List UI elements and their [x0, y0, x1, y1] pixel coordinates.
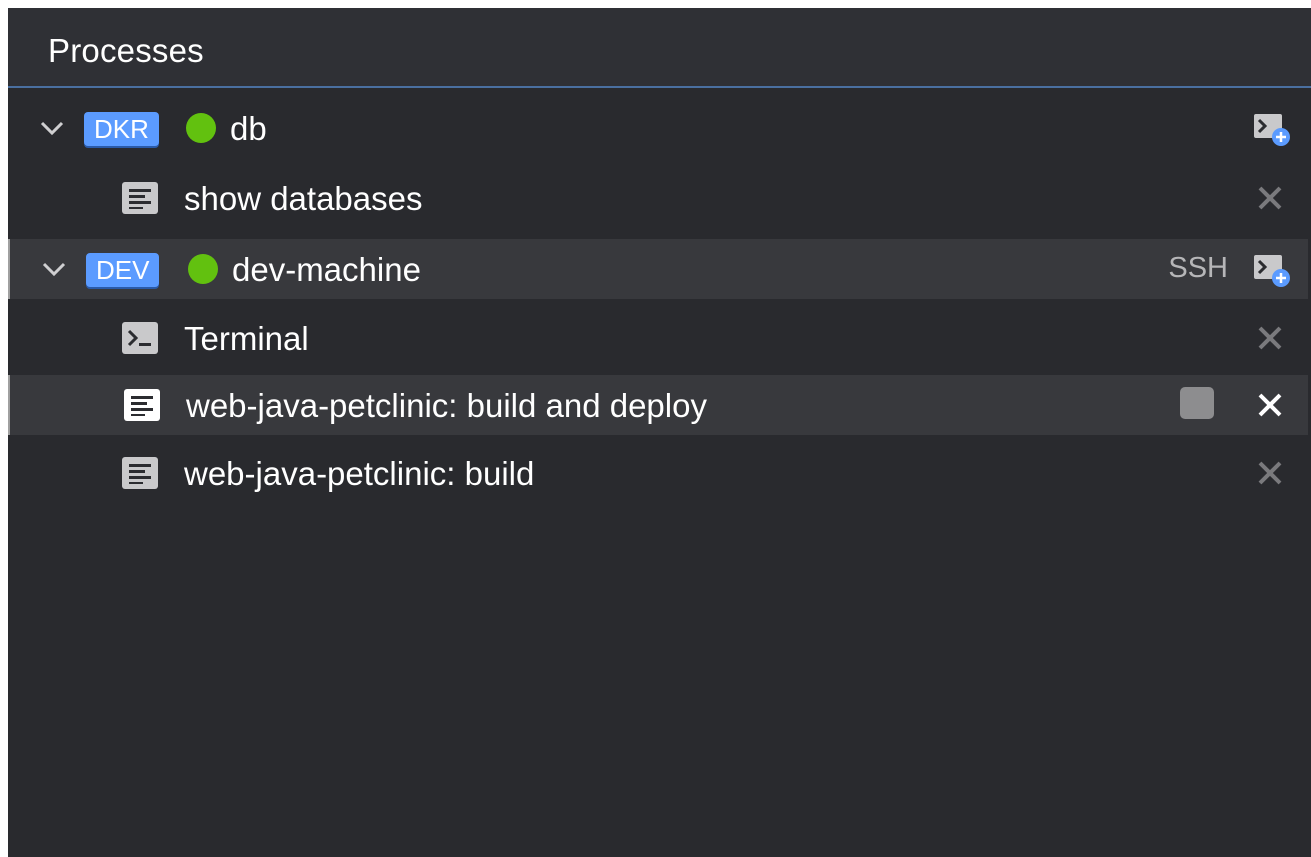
command-output-icon	[124, 389, 160, 421]
command-output-icon	[122, 457, 158, 489]
add-terminal-icon[interactable]	[1250, 108, 1294, 148]
machine-type-badge: DKR	[84, 112, 159, 146]
process-name: web-java-petclinic: build	[184, 455, 535, 492]
machine-row-db[interactable]: DKR db	[8, 98, 1308, 158]
stop-icon[interactable]	[1180, 387, 1214, 419]
close-icon[interactable]	[1256, 459, 1284, 487]
chevron-down-icon[interactable]	[38, 253, 70, 285]
chevron-down-icon[interactable]	[36, 112, 68, 144]
close-icon[interactable]	[1256, 184, 1284, 212]
add-terminal-icon[interactable]	[1250, 249, 1294, 289]
machine-name: dev-machine	[232, 251, 421, 288]
process-row-terminal[interactable]: Terminal	[8, 308, 1308, 368]
command-output-icon	[122, 182, 158, 214]
machine-name: db	[230, 110, 267, 147]
processes-panel: Processes DKR db show databases DEV dev-…	[8, 8, 1311, 857]
close-icon[interactable]	[1256, 391, 1284, 419]
machine-type-badge: DEV	[86, 253, 160, 287]
terminal-icon	[122, 322, 158, 354]
process-row-build-and-deploy[interactable]: web-java-petclinic: build and deploy	[8, 375, 1308, 435]
ssh-link[interactable]: SSH	[1168, 252, 1228, 285]
process-name: web-java-petclinic: build and deploy	[186, 387, 707, 424]
panel-header: Processes	[8, 8, 1311, 88]
process-name: Terminal	[184, 320, 309, 357]
close-icon[interactable]	[1256, 324, 1284, 352]
status-running-icon	[188, 254, 218, 284]
process-row-show-databases[interactable]: show databases	[8, 168, 1308, 228]
process-name: show databases	[184, 180, 423, 217]
panel-title: Processes	[48, 32, 204, 69]
status-running-icon	[186, 113, 216, 143]
machine-row-dev-machine[interactable]: DEV dev-machine SSH	[8, 239, 1308, 299]
process-row-build[interactable]: web-java-petclinic: build	[8, 443, 1308, 503]
